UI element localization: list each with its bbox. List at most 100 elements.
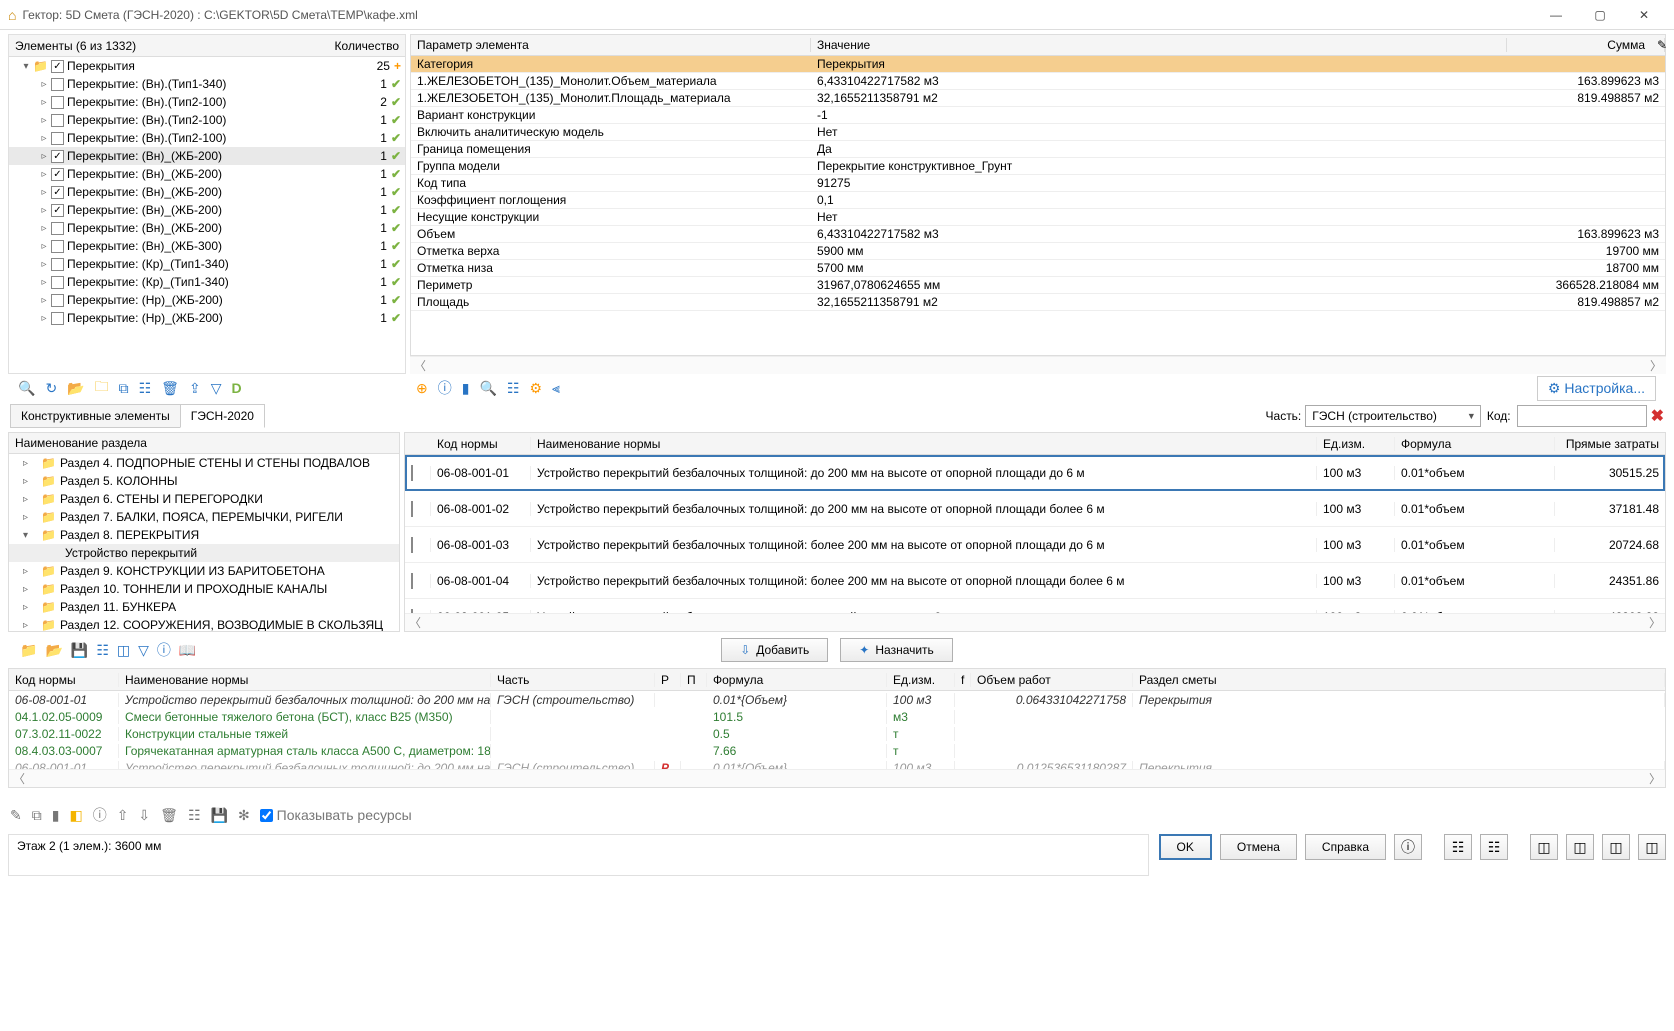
tree-row[interactable]: ▹ ✓ Перекрытие: (Вн)_(ЖБ-200) 1 ✔ xyxy=(9,147,405,165)
assigned-row[interactable]: 06-08-001-01Устройство перекрытий безбал… xyxy=(9,759,1665,769)
edit-icon[interactable]: ✎ xyxy=(10,807,22,824)
search-icon[interactable]: 🔍 xyxy=(479,380,496,397)
section-row[interactable]: ▾📁Раздел 8. ПЕРЕКРЫТИЯ xyxy=(9,526,399,544)
param-row[interactable]: Включить аналитическую модельНет xyxy=(411,124,1665,141)
star-icon[interactable]: ✻ xyxy=(238,807,250,824)
folder-open-icon[interactable]: 📂 xyxy=(67,380,84,397)
folder-icon[interactable]: 📁 xyxy=(20,642,37,659)
ok-button[interactable]: OK xyxy=(1159,834,1212,860)
section-row[interactable]: ▹📁Раздел 7. БАЛКИ, ПОЯСА, ПЕРЕМЫЧКИ, РИГ… xyxy=(9,508,399,526)
norm-row[interactable]: 06-08-001-02Устройство перекрытий безбал… xyxy=(405,491,1665,527)
tree-row[interactable]: ▹ Перекрытие: (Нр)_(ЖБ-200) 1 ✔ xyxy=(9,291,405,309)
assigned-row[interactable]: 06-08-001-01Устройство перекрытий безбал… xyxy=(9,691,1665,708)
down-icon[interactable]: ⇩ xyxy=(138,807,150,824)
minimize-button[interactable]: — xyxy=(1534,1,1578,29)
param-edit-icon[interactable]: ✎ xyxy=(1651,38,1665,52)
trash2-icon[interactable]: 🗑 xyxy=(160,807,178,824)
norm-row[interactable]: 06-08-001-01Устройство перекрытий безбал… xyxy=(405,455,1665,491)
param-row[interactable]: Вариант конструкции-1 xyxy=(411,107,1665,124)
section-row[interactable]: ▹📁Раздел 9. КОНСТРУКЦИИ ИЗ БАРИТОБЕТОНА xyxy=(9,562,399,580)
tree-row[interactable]: ▹ ✓ Перекрытие: (Вн)_(ЖБ-200) 1 ✔ xyxy=(9,165,405,183)
param-row[interactable]: Группа моделиПерекрытие конструктивное_Г… xyxy=(411,158,1665,175)
folder-open2-icon[interactable]: 📂 xyxy=(45,642,62,659)
sort-icon[interactable]: ⫷ xyxy=(552,380,560,397)
param-row[interactable]: 1.ЖЕЛЕЗОБЕТОН_(135)_Монолит.Объем_матери… xyxy=(411,73,1665,90)
assigned-body[interactable]: 06-08-001-01Устройство перекрытий безбал… xyxy=(9,691,1665,769)
code-input[interactable] xyxy=(1517,405,1647,427)
info-icon[interactable]: ⓘ xyxy=(438,378,452,398)
info3-icon[interactable]: ⓘ xyxy=(93,805,107,825)
norms-grid[interactable]: 06-08-001-01Устройство перекрытий безбал… xyxy=(405,455,1665,613)
tree-row[interactable]: ▹ Перекрытие: (Вн)_(ЖБ-300) 1 ✔ xyxy=(9,237,405,255)
list-icon[interactable]: ☷ xyxy=(139,380,152,397)
copy-icon[interactable]: ⧉ xyxy=(119,380,129,397)
save-icon[interactable]: 💾 xyxy=(71,642,88,659)
tree-row[interactable]: ▹ Перекрытие: (Нр)_(ЖБ-200) 1 ✔ xyxy=(9,309,405,327)
elements-tree[interactable]: ▾ 📁 ✓ Перекрытия 25 + ▹ Перекрытие: (Вн)… xyxy=(9,57,405,373)
layout-icon[interactable]: ◫ xyxy=(117,642,130,659)
cube-icon[interactable]: ◧ xyxy=(69,807,82,824)
close-button[interactable]: ✕ xyxy=(1622,1,1666,29)
tree-row[interactable]: ▹ Перекрытие: (Кр)_(Тип1-340) 1 ✔ xyxy=(9,255,405,273)
param-row[interactable]: 1.ЖЕЛЕЗОБЕТОН_(135)_Монолит.Площадь_мате… xyxy=(411,90,1665,107)
section-row[interactable]: ▹📁Раздел 10. ТОННЕЛИ И ПРОХОДНЫЕ КАНАЛЫ xyxy=(9,580,399,598)
tree-row[interactable]: ▾ 📁 ✓ Перекрытия 25 + xyxy=(9,57,405,75)
doc-icon[interactable]: ▮ xyxy=(462,380,470,397)
db-icon[interactable]: ☷ xyxy=(507,380,520,397)
filter-icon[interactable]: ▽ xyxy=(211,380,222,397)
copy2-icon[interactable]: ⧉ xyxy=(32,807,42,824)
part-combo[interactable]: ГЭСН (строительство)▼ xyxy=(1305,405,1481,427)
section-row[interactable]: ▹📁Раздел 6. СТЕНЫ И ПЕРЕГОРОДКИ xyxy=(9,490,399,508)
param-row[interactable]: Отметка низа5700 мм18700 мм xyxy=(411,260,1665,277)
win4-icon[interactable]: ◫ xyxy=(1566,834,1594,860)
norm-row[interactable]: 06-08-001-04Устройство перекрытий безбал… xyxy=(405,563,1665,599)
tree-row[interactable]: ▹ ✓ Перекрытие: (Вн)_(ЖБ-200) 1 ✔ xyxy=(9,201,405,219)
table-icon[interactable]: ☷ xyxy=(188,807,201,824)
info2-icon[interactable]: ⓘ xyxy=(157,640,171,660)
tree-row[interactable]: ▹ Перекрытие: (Вн)_(ЖБ-200) 1 ✔ xyxy=(9,219,405,237)
gear-icon[interactable]: ⚙ xyxy=(529,380,542,397)
param-row[interactable]: Объем6,43310422717582 м3163.899623 м3 xyxy=(411,226,1665,243)
norm-row[interactable]: 06-08-001-05Устройство перекрытий ребрис… xyxy=(405,599,1665,613)
zoom-icon[interactable]: 🔍 xyxy=(18,380,35,397)
param-row[interactable]: Код типа91275 xyxy=(411,175,1665,192)
columns-icon[interactable]: ☷ xyxy=(96,642,109,659)
param-row[interactable]: Коэффициент поглощения0,1 xyxy=(411,192,1665,209)
win6-icon[interactable]: ◫ xyxy=(1638,834,1666,860)
show-resources-input[interactable] xyxy=(260,809,273,822)
parameters-grid[interactable]: КатегорияПерекрытия1.ЖЕЛЕЗОБЕТОН_(135)_М… xyxy=(410,56,1666,356)
up-icon[interactable]: ⇧ xyxy=(117,807,129,824)
norms-hscroll[interactable]: 〈〉 xyxy=(405,613,1665,631)
assigned-hscroll[interactable]: 〈〉 xyxy=(9,769,1665,787)
tree-row[interactable]: ▹ Перекрытие: (Вн).(Тип2-100) 2 ✔ xyxy=(9,93,405,111)
d-icon[interactable]: D xyxy=(231,380,241,396)
param-hscroll[interactable]: 〈〉 xyxy=(410,356,1666,374)
settings-button[interactable]: ⚙Настройка... xyxy=(1537,376,1656,401)
db2-icon[interactable]: ▮ xyxy=(52,807,60,824)
tab-gesn[interactable]: ГЭСН-2020 xyxy=(180,404,265,428)
tree-row[interactable]: ▹ Перекрытие: (Кр)_(Тип1-340) 1 ✔ xyxy=(9,273,405,291)
param-row[interactable]: Несущие конструкцииНет xyxy=(411,209,1665,226)
win2-icon[interactable]: ☷ xyxy=(1480,834,1508,860)
win1-icon[interactable]: ☷ xyxy=(1444,834,1472,860)
section-row[interactable]: ▹📁Раздел 12. СООРУЖЕНИЯ, ВОЗВОДИМЫЕ В СК… xyxy=(9,616,399,631)
show-resources-checkbox[interactable]: Показывать ресурсы xyxy=(260,807,412,823)
section-row[interactable]: ▹📁Раздел 11. БУНКЕРА xyxy=(9,598,399,616)
win5-icon[interactable]: ◫ xyxy=(1602,834,1630,860)
book-icon[interactable]: 📖 xyxy=(179,642,196,659)
assigned-row[interactable]: 07.3.02.11-0022Конструкции стальные тяже… xyxy=(9,725,1665,742)
param-row[interactable]: Граница помещенияДа xyxy=(411,141,1665,158)
param-row[interactable]: Площадь32,1655211358791 м2819.498857 м2 xyxy=(411,294,1665,311)
filter2-icon[interactable]: ▽ xyxy=(138,642,149,659)
param-row[interactable]: Отметка верха5900 мм19700 мм xyxy=(411,243,1665,260)
clear-code-icon[interactable]: ✖ xyxy=(1651,406,1664,426)
cancel-button[interactable]: Отмена xyxy=(1220,834,1297,860)
maximize-button[interactable]: ▢ xyxy=(1578,1,1622,29)
tree-row[interactable]: ▹ Перекрытие: (Вн).(Тип2-100) 1 ✔ xyxy=(9,129,405,147)
param-row[interactable]: КатегорияПерекрытия xyxy=(411,56,1665,73)
help-button[interactable]: Справка xyxy=(1305,834,1386,860)
section-row[interactable]: ▹📁Раздел 5. КОЛОННЫ xyxy=(9,472,399,490)
sections-tree[interactable]: ▹📁Раздел 4. ПОДПОРНЫЕ СТЕНЫ И СТЕНЫ ПОДВ… xyxy=(9,454,399,631)
section-row[interactable]: ▹📁Раздел 4. ПОДПОРНЫЕ СТЕНЫ И СТЕНЫ ПОДВ… xyxy=(9,454,399,472)
add-param-icon[interactable]: ⊕ xyxy=(416,380,428,397)
